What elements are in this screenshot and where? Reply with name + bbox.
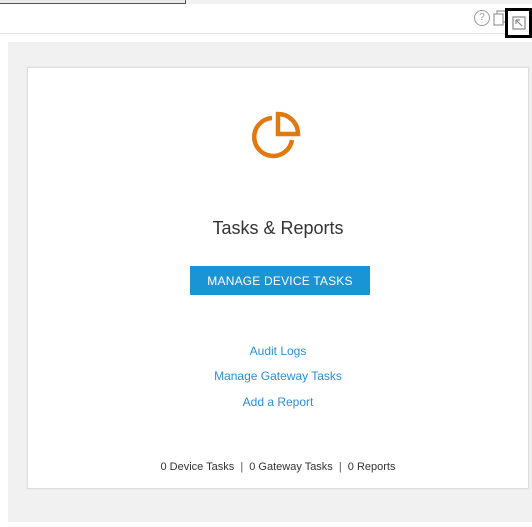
summary-separator: | (338, 461, 342, 473)
help-icon[interactable]: ? (474, 10, 490, 26)
expand-button[interactable] (505, 8, 532, 38)
device-tasks-count: 0 Device Tasks (160, 461, 235, 473)
manage-gateway-tasks-link[interactable]: Manage Gateway Tasks (214, 369, 342, 383)
summary-separator: | (240, 461, 244, 473)
tasks-reports-panel: ? Tasks & Reports MANAGE DEVICE TASKS Au… (0, 0, 532, 527)
audit-logs-link-row: Audit Logs (28, 344, 528, 358)
audit-logs-link[interactable]: Audit Logs (250, 344, 307, 358)
expand-icon-graphic (511, 16, 526, 30)
card-title: Tasks & Reports (212, 218, 344, 238)
manage-device-tasks-button[interactable]: MANAGE DEVICE TASKS (190, 266, 370, 295)
panel-toolbar: ? (0, 4, 532, 38)
add-report-link-row: Add a Report (28, 395, 528, 409)
pie-chart-icon (252, 111, 301, 159)
expand-icon[interactable] (511, 15, 527, 31)
add-report-link[interactable]: Add a Report (243, 395, 314, 409)
help-icon-glyph: ? (479, 12, 485, 23)
task-summary: 0 Device Tasks | 0 Gateway Tasks | 0 Rep… (28, 461, 528, 473)
gateway-tasks-count: 0 Gateway Tasks (249, 461, 333, 473)
tasks-reports-card: Tasks & Reports MANAGE DEVICE TASKS Audi… (27, 67, 529, 489)
manage-gateway-tasks-link-row: Manage Gateway Tasks (28, 369, 528, 383)
reports-count: 0 Reports (347, 461, 396, 473)
